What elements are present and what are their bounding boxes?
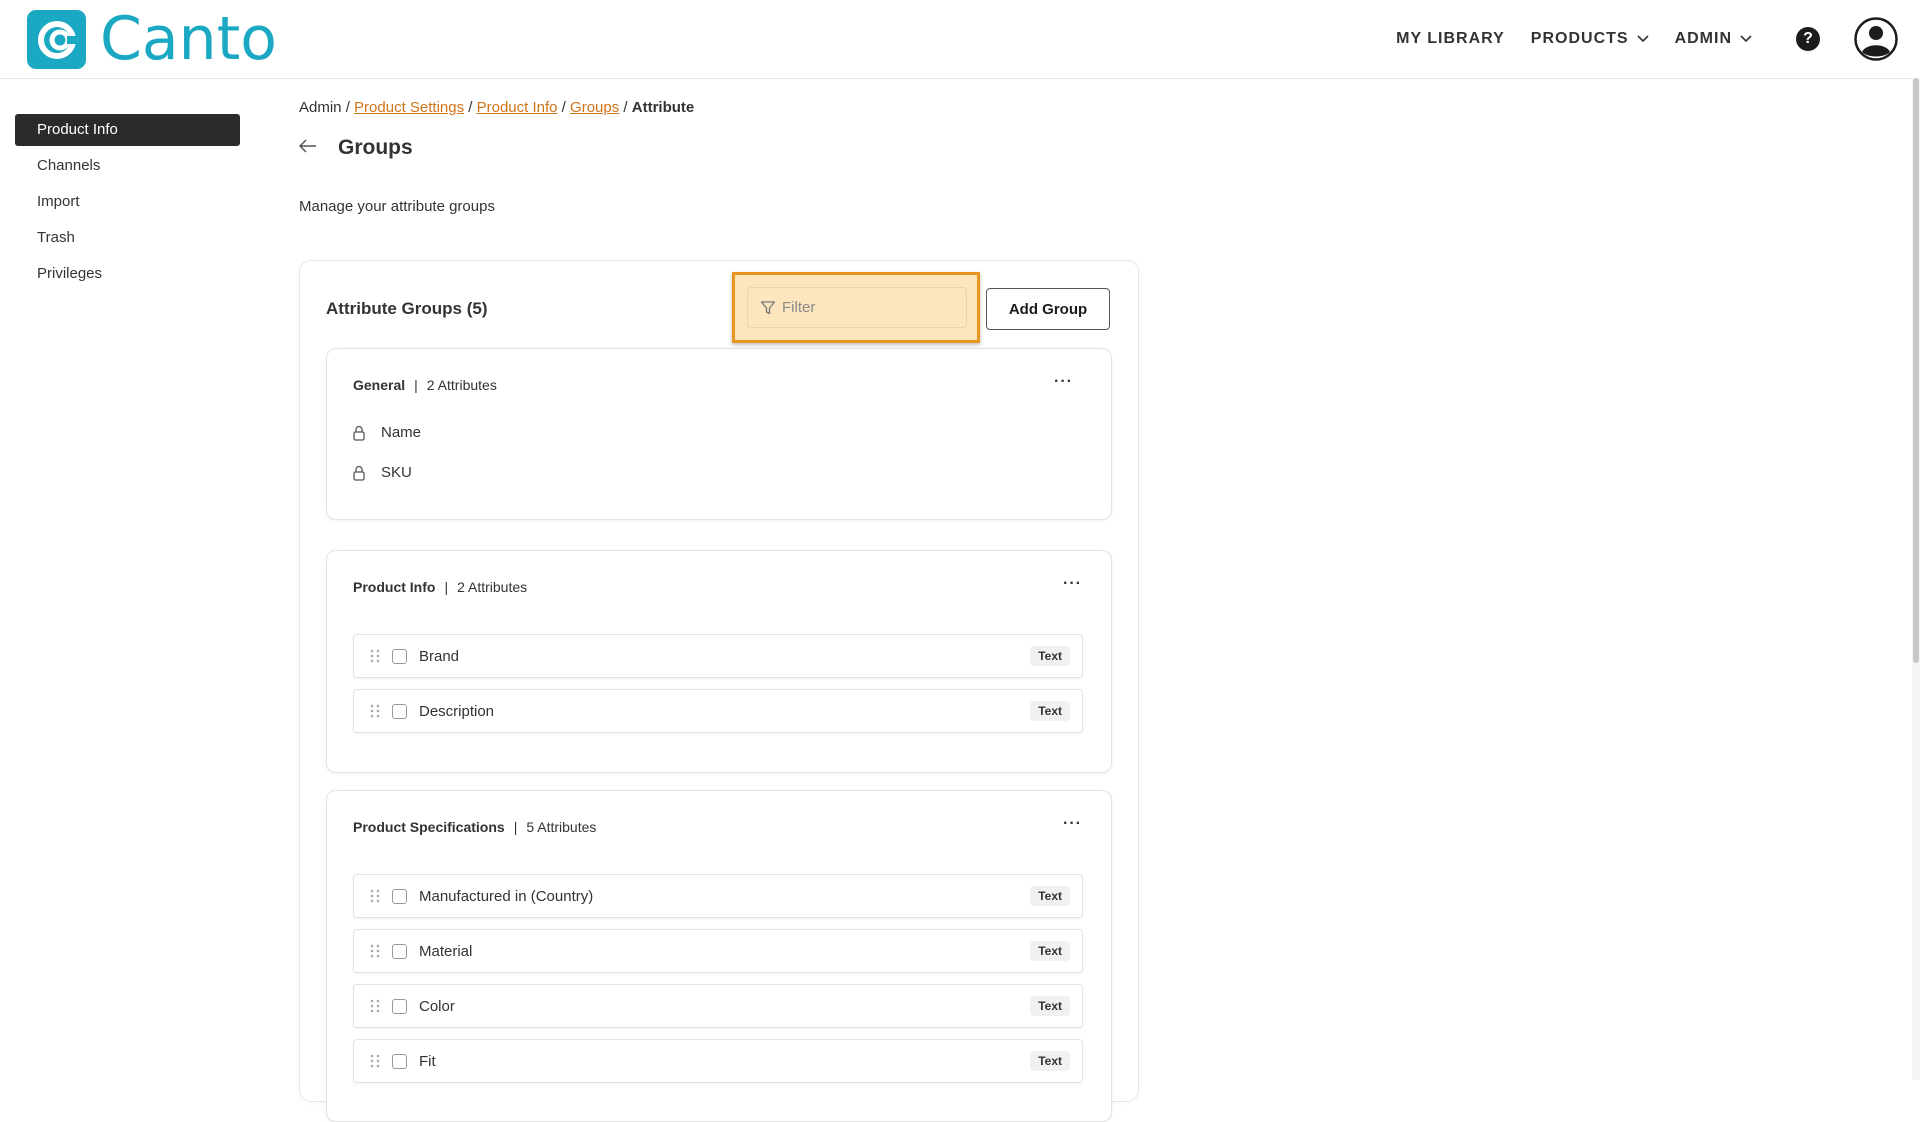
locked-attribute-row: SKU <box>353 464 412 481</box>
attribute-groups-panel: Attribute Groups (5) Filter Add Group Ge… <box>299 260 1139 1122</box>
drag-handle-icon[interactable] <box>368 998 382 1014</box>
attribute-checkbox[interactable] <box>392 648 407 664</box>
group-card-product-info: Product Info | 2 Attributes ··· Brand Text… <box>326 550 1112 773</box>
attribute-name: Brand <box>419 647 460 665</box>
group-card-product-specifications: Product Specifications | 5 Attributes ··· … <box>326 790 1112 1122</box>
user-avatar-icon[interactable] <box>1854 17 1898 61</box>
sidebar-item-channels[interactable]: Channels <box>15 150 240 182</box>
breadcrumb-separator: / <box>619 99 632 116</box>
attribute-type-badge: Text <box>1030 646 1070 666</box>
group-card-general: General | 2 Attributes ··· Name SKU <box>326 348 1112 520</box>
chevron-down-icon <box>1636 35 1649 43</box>
attribute-type-badge: Text <box>1030 996 1070 1016</box>
page-scrollbar[interactable] <box>1912 78 1920 1080</box>
canto-logo[interactable]: Canto <box>27 4 277 74</box>
more-options-icon[interactable]: ··· <box>1063 815 1082 833</box>
group-name: Product Info <box>353 579 436 595</box>
group-header: General | 2 Attributes <box>353 377 497 393</box>
attribute-type-badge: Text <box>1030 701 1070 721</box>
admin-sidebar: Product Info Channels Import Trash Privi… <box>15 114 240 294</box>
breadcrumb-admin: Admin <box>299 99 342 116</box>
drag-handle-icon[interactable] <box>368 703 382 719</box>
more-options-icon[interactable]: ··· <box>1054 373 1073 391</box>
group-header: Product Info | 2 Attributes <box>353 579 527 595</box>
attribute-checkbox[interactable] <box>392 943 407 959</box>
locked-attribute-name: SKU <box>381 464 412 481</box>
group-header: Product Specifications | 5 Attributes <box>353 819 596 835</box>
locked-attribute-name: Name <box>381 424 422 441</box>
chevron-down-icon <box>1740 35 1752 43</box>
add-group-button[interactable]: Add Group <box>986 288 1110 330</box>
filter-placeholder: Filter <box>782 299 816 316</box>
nav-products-label: PRODUCTS <box>1530 30 1629 47</box>
nav-admin-label: ADMIN <box>1674 30 1732 47</box>
attribute-type-badge: Text <box>1030 886 1070 906</box>
breadcrumb-groups[interactable]: Groups <box>570 99 619 116</box>
drag-handle-icon[interactable] <box>368 648 382 664</box>
breadcrumb-current: Attribute <box>631 99 695 116</box>
panel-title: Attribute Groups (5) <box>326 299 488 318</box>
attribute-name: Color <box>419 997 455 1015</box>
nav-my-library-label: MY LIBRARY <box>1396 30 1505 47</box>
filter-icon <box>760 300 776 314</box>
breadcrumb-separator: / <box>341 99 355 116</box>
locked-attribute-row: Name <box>353 424 421 441</box>
breadcrumb-separator: / <box>557 99 571 116</box>
nav-products[interactable]: PRODUCTS <box>1531 30 1649 48</box>
breadcrumb-product-settings[interactable]: Product Settings <box>354 99 464 116</box>
group-header-divider: | <box>444 579 449 595</box>
group-header-divider: | <box>513 819 518 835</box>
attribute-name: Fit <box>419 1052 436 1070</box>
attribute-row[interactable]: Brand Text <box>353 634 1083 678</box>
page-subtitle: Manage your attribute groups <box>299 198 495 215</box>
sidebar-item-product-info[interactable]: Product Info <box>15 114 240 146</box>
lock-icon <box>353 425 365 441</box>
top-header: Canto MY LIBRARY PRODUCTS ADMIN ? <box>0 0 1920 79</box>
attribute-checkbox[interactable] <box>392 703 407 719</box>
sidebar-item-privileges[interactable]: Privileges <box>15 258 240 290</box>
attribute-checkbox[interactable] <box>392 1053 407 1069</box>
attribute-row[interactable]: Description Text <box>353 689 1083 733</box>
attribute-checkbox[interactable] <box>392 998 407 1014</box>
canto-wordmark: Canto <box>100 4 277 74</box>
attribute-name: Manufactured in (Country) <box>419 887 594 905</box>
help-icon[interactable]: ? <box>1796 27 1820 51</box>
drag-handle-icon[interactable] <box>368 1053 382 1069</box>
canto-logo-mark <box>27 10 86 69</box>
attribute-checkbox[interactable] <box>392 888 407 904</box>
attribute-type-badge: Text <box>1030 1051 1070 1071</box>
drag-handle-icon[interactable] <box>368 888 382 904</box>
filter-input[interactable]: Filter <box>747 287 967 328</box>
drag-handle-icon[interactable] <box>368 943 382 959</box>
attribute-row[interactable]: Color Text <box>353 984 1083 1028</box>
group-attribute-count: 5 Attributes <box>526 819 597 835</box>
lock-icon <box>353 465 365 481</box>
sidebar-item-import[interactable]: Import <box>15 186 240 218</box>
group-attribute-count: 2 Attributes <box>426 377 497 393</box>
attribute-name: Material <box>419 942 473 960</box>
more-options-icon[interactable]: ··· <box>1063 575 1082 593</box>
top-navigation: MY LIBRARY PRODUCTS ADMIN ? <box>1396 0 1920 78</box>
breadcrumb-product-info[interactable]: Product Info <box>477 99 558 116</box>
nav-admin[interactable]: ADMIN <box>1675 30 1752 48</box>
attribute-type-badge: Text <box>1030 941 1070 961</box>
page-title: Groups <box>338 136 413 159</box>
nav-my-library[interactable]: MY LIBRARY <box>1396 30 1505 48</box>
breadcrumb-separator: / <box>464 99 477 116</box>
back-arrow-icon[interactable] <box>299 139 317 153</box>
sidebar-item-trash[interactable]: Trash <box>15 222 240 254</box>
group-name: Product Specifications <box>353 819 505 835</box>
attribute-row[interactable]: Fit Text <box>353 1039 1083 1083</box>
group-header-divider: | <box>414 377 418 393</box>
group-name: General <box>353 377 406 393</box>
filter-highlight: Filter <box>732 272 980 343</box>
scrollbar-thumb[interactable] <box>1913 78 1919 663</box>
breadcrumb: Admin / Product Settings / Product Info … <box>299 99 694 116</box>
attribute-row[interactable]: Manufactured in (Country) Text <box>353 874 1083 918</box>
attribute-name: Description <box>419 702 495 720</box>
group-attribute-count: 2 Attributes <box>457 579 528 595</box>
attribute-row[interactable]: Material Text <box>353 929 1083 973</box>
